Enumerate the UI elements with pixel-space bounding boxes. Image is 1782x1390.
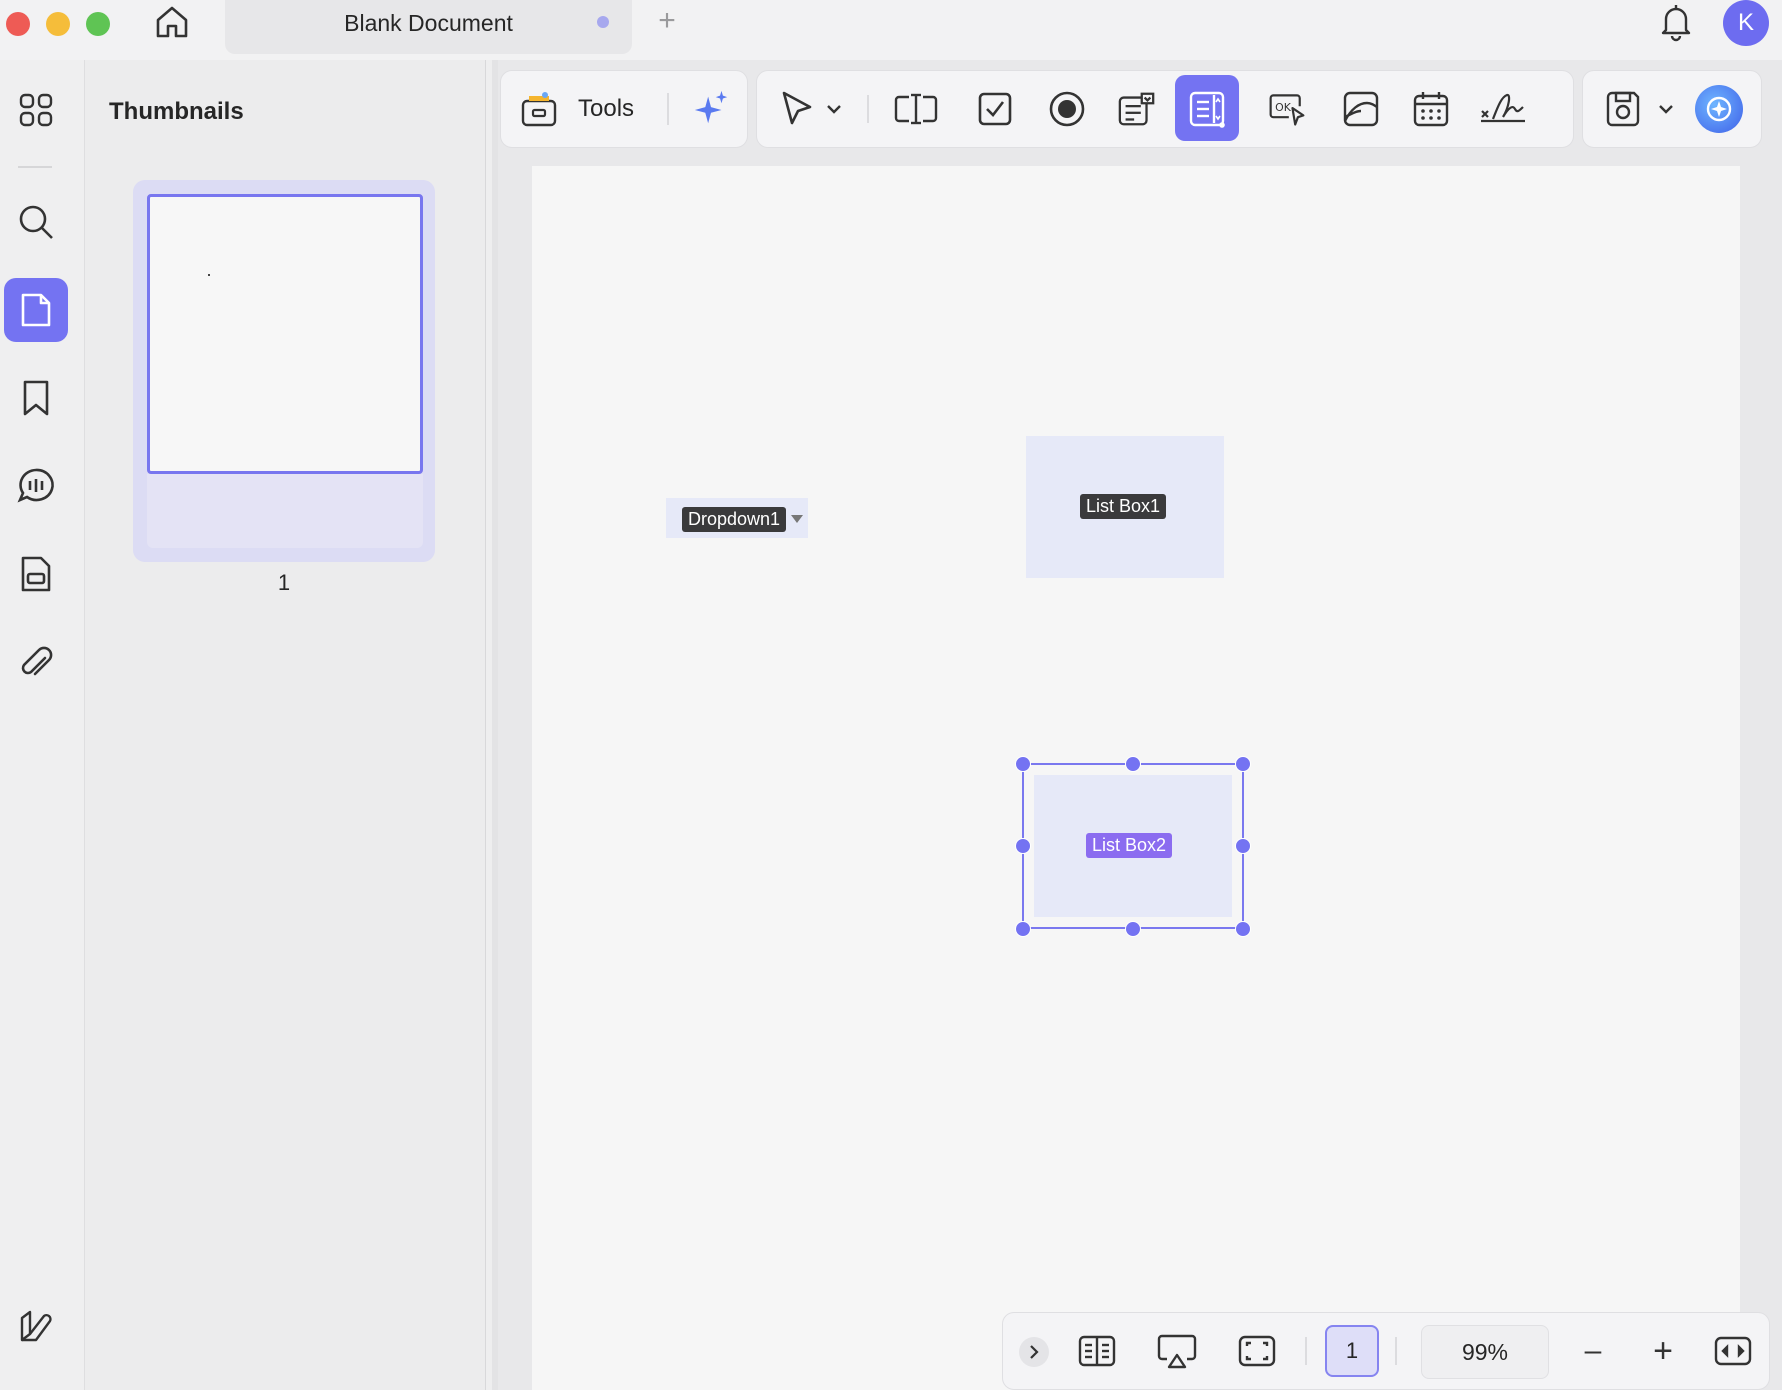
resize-handle[interactable] — [1235, 838, 1251, 854]
page-icon[interactable] — [4, 278, 68, 342]
bottom-divider — [1395, 1337, 1397, 1365]
text-field-icon[interactable] — [892, 89, 940, 129]
avatar[interactable]: K — [1723, 0, 1769, 46]
bottom-bar: 1 99% – + — [1002, 1312, 1770, 1390]
toolbox-icon[interactable] — [519, 89, 559, 129]
ai-assistant-icon[interactable] — [1695, 85, 1743, 133]
attachment-icon[interactable] — [4, 630, 68, 694]
fit-width-icon[interactable] — [1713, 1331, 1753, 1371]
save-form-icon[interactable] — [1603, 89, 1643, 129]
page-thumbnail[interactable] — [133, 180, 435, 562]
selection-frame[interactable]: List Box2 — [1022, 763, 1244, 929]
toolbar-divider — [867, 95, 869, 123]
button-ok-icon[interactable]: OK — [1267, 89, 1307, 129]
thumbnail-page-number: 1 — [277, 570, 291, 595]
resize-handle[interactable] — [1125, 921, 1141, 937]
thumbnail-footer — [147, 474, 423, 548]
resize-handle[interactable] — [1015, 756, 1031, 772]
unsaved-indicator — [597, 16, 609, 28]
bottom-divider — [1305, 1337, 1307, 1365]
field-label: List Box2 — [1086, 833, 1173, 858]
rail-divider — [18, 166, 52, 168]
sidebar-toggle-icon[interactable] — [4, 1294, 68, 1358]
extras-group — [1582, 70, 1762, 148]
maximize-window-button[interactable] — [86, 12, 110, 36]
title-bar: Blank Document + K — [0, 0, 1782, 60]
radio-button-icon[interactable] — [1047, 89, 1087, 129]
list-box-icon[interactable] — [1187, 89, 1227, 129]
comment-icon[interactable] — [4, 454, 68, 518]
svg-text:OK: OK — [1275, 101, 1292, 114]
close-window-button[interactable] — [6, 12, 30, 36]
field-label: List Box1 — [1080, 494, 1167, 519]
grid-icon[interactable] — [4, 78, 68, 142]
page-number-input[interactable]: 1 — [1325, 1325, 1379, 1377]
thumbnails-panel: Thumbnails 1 — [85, 60, 486, 1390]
form-tools-group: OK — [756, 70, 1574, 148]
document-tab[interactable]: Blank Document — [225, 0, 632, 54]
search-icon[interactable] — [4, 190, 68, 254]
dropdown-field[interactable]: Dropdown1 — [666, 498, 808, 538]
page-layout-icon[interactable] — [1077, 1331, 1117, 1371]
image-field-icon[interactable] — [1341, 89, 1381, 129]
zoom-out-button[interactable]: – — [1573, 1331, 1613, 1371]
bell-icon[interactable] — [1656, 0, 1696, 44]
resize-handle[interactable] — [1015, 921, 1031, 937]
document-page[interactable]: Dropdown1 List Box1 List Box2 — [532, 166, 1740, 1390]
date-field-icon[interactable] — [1411, 89, 1451, 129]
zoom-level[interactable]: 99% — [1421, 1325, 1549, 1379]
tools-label[interactable]: Tools — [578, 95, 634, 123]
resize-handle[interactable] — [1235, 921, 1251, 937]
field-label: Dropdown1 — [682, 507, 787, 532]
list-box-field[interactable]: List Box1 — [1026, 436, 1224, 578]
select-cursor-icon[interactable] — [777, 89, 817, 129]
combo-box-icon[interactable] — [1117, 89, 1157, 129]
signature-field-icon[interactable] — [1479, 89, 1527, 129]
thumbnail-mark — [208, 274, 210, 276]
form-icon[interactable] — [4, 542, 68, 606]
chevron-down-icon[interactable] — [821, 89, 847, 129]
fit-screen-icon[interactable] — [1237, 1331, 1277, 1371]
panel-edge — [492, 60, 498, 1390]
chevron-down-icon[interactable] — [1653, 89, 1679, 129]
resize-handle[interactable] — [1015, 838, 1031, 854]
zoom-in-button[interactable]: + — [1643, 1331, 1683, 1371]
resize-handle[interactable] — [1235, 756, 1251, 772]
new-tab-button[interactable]: + — [652, 4, 682, 37]
toolbar-divider — [667, 93, 669, 125]
checkbox-icon[interactable] — [975, 89, 1015, 129]
present-icon[interactable] — [1155, 1331, 1199, 1371]
ai-sparkle-icon[interactable] — [691, 89, 731, 129]
resize-handle[interactable] — [1125, 756, 1141, 772]
left-rail — [0, 60, 85, 1390]
panel-title: Thumbnails — [109, 98, 244, 125]
minimize-window-button[interactable] — [46, 12, 70, 36]
list-box-field[interactable]: List Box2 — [1034, 775, 1232, 917]
thumbnail-preview — [147, 194, 423, 474]
tools-group: Tools — [500, 70, 748, 148]
chevron-right-icon[interactable] — [1019, 1337, 1049, 1367]
home-icon[interactable] — [150, 0, 194, 44]
bookmark-icon[interactable] — [4, 366, 68, 430]
tab-title: Blank Document — [344, 10, 513, 36]
